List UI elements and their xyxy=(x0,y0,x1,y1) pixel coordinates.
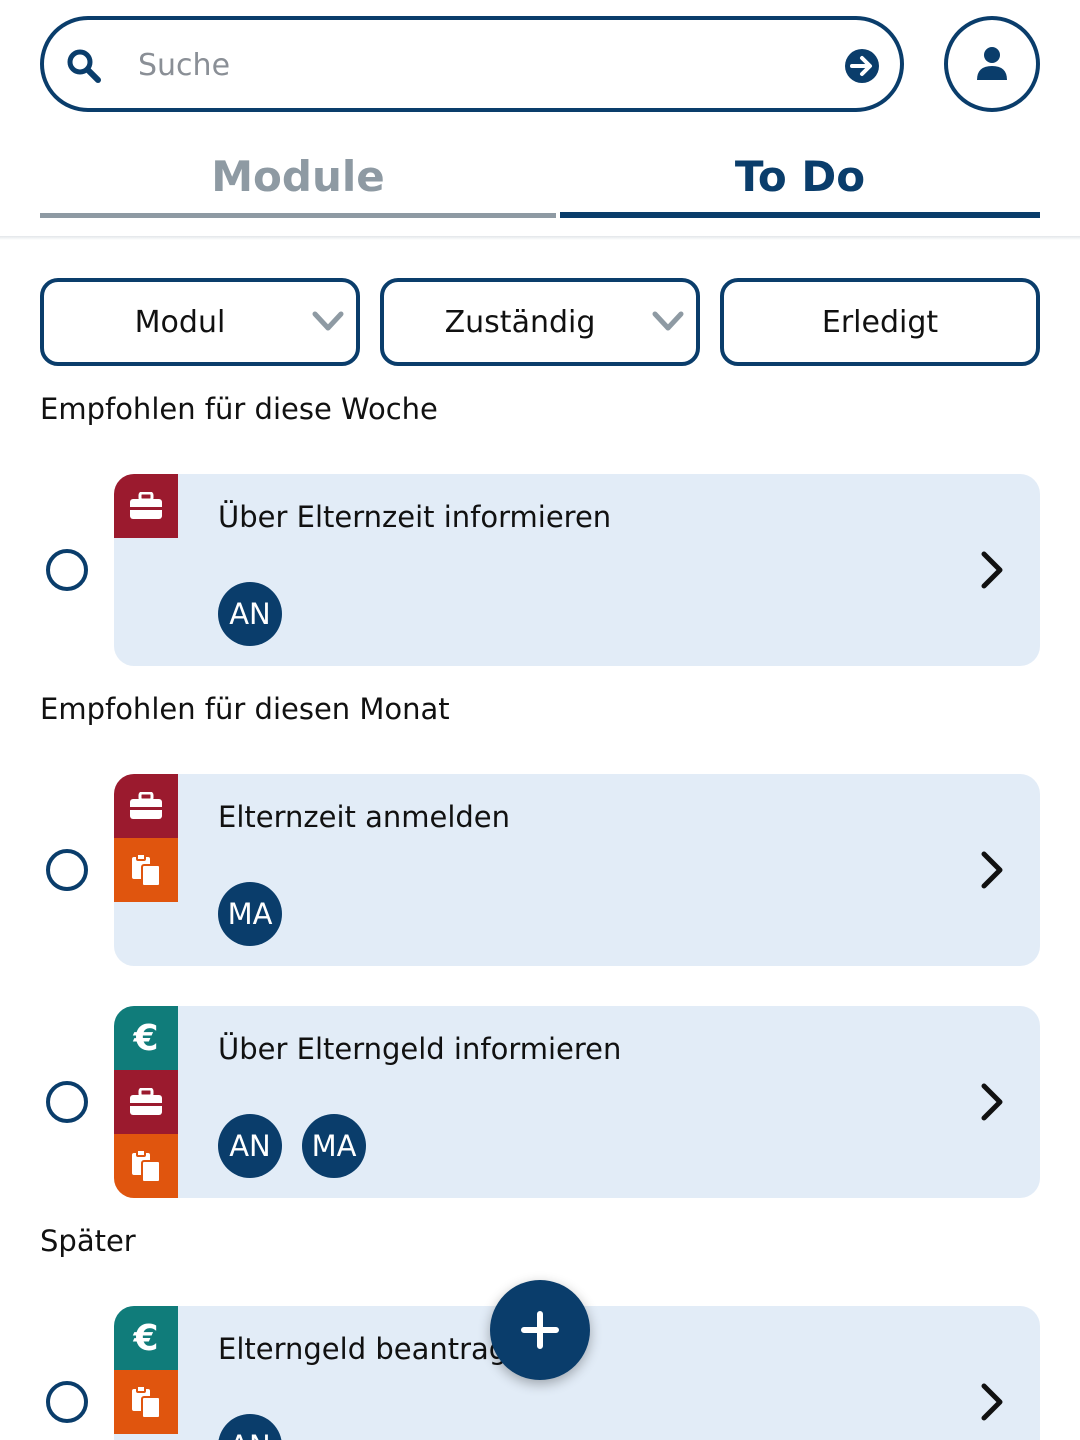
filter-erledigt-button[interactable]: Erledigt xyxy=(720,278,1040,366)
briefcase-icon xyxy=(114,774,178,838)
chevron-right-icon xyxy=(981,1083,1003,1121)
tab-bar: Module To Do xyxy=(40,140,1040,220)
filter-bar: Modul Zuständig Erledigt xyxy=(40,278,1040,366)
search-icon xyxy=(67,49,101,83)
assignee-list: AN xyxy=(218,582,282,646)
todo-title: Über Elterngeld informieren xyxy=(218,1032,622,1066)
avatar: AN xyxy=(218,1414,282,1440)
todo-tags xyxy=(114,474,178,538)
filter-modul-label: Modul xyxy=(134,304,226,340)
todo-card[interactable]: Über Elternzeit informieren AN xyxy=(114,474,1040,666)
briefcase-icon xyxy=(114,1070,178,1134)
todo-title: Elternzeit anmelden xyxy=(218,800,511,834)
documents-icon xyxy=(114,1370,178,1434)
avatar: AN xyxy=(218,1114,282,1178)
filter-modul-dropdown[interactable]: Modul xyxy=(40,278,360,366)
assignee-list: AN xyxy=(218,1414,282,1440)
briefcase-icon xyxy=(114,474,178,538)
tab-module[interactable]: Module xyxy=(40,140,556,218)
chevron-right-icon xyxy=(981,851,1003,889)
tab-todo[interactable]: To Do xyxy=(560,140,1040,218)
assignee-list: MA xyxy=(218,882,282,946)
todo-card[interactable]: Elternzeit anmelden MA xyxy=(114,774,1040,966)
euro-icon: € xyxy=(114,1006,178,1070)
avatar: AN xyxy=(218,582,282,646)
profile-button[interactable] xyxy=(944,16,1040,112)
euro-icon: € xyxy=(114,1306,178,1370)
section-title: Empfohlen für diesen Monat xyxy=(40,692,450,726)
chevron-down-icon xyxy=(312,311,344,331)
complete-checkbox[interactable] xyxy=(46,549,88,591)
search-bar xyxy=(40,16,904,112)
filter-zustaendig-dropdown[interactable]: Zuständig xyxy=(380,278,700,366)
todo-title: Über Elternzeit informieren xyxy=(218,500,612,534)
documents-icon xyxy=(114,838,178,902)
search-input[interactable] xyxy=(138,38,818,92)
todo-tags xyxy=(114,774,178,902)
filter-zustaendig-label: Zuständig xyxy=(444,304,596,340)
add-todo-button[interactable] xyxy=(490,1280,590,1380)
todo-card[interactable]: € Über Elterngeld informieren AN MA xyxy=(114,1006,1040,1198)
header-divider xyxy=(0,236,1080,240)
section-title: Später xyxy=(40,1224,136,1258)
section-title: Empfohlen für diese Woche xyxy=(40,392,438,426)
assignee-list: AN MA xyxy=(218,1114,366,1178)
complete-checkbox[interactable] xyxy=(46,1081,88,1123)
avatar: MA xyxy=(302,1114,366,1178)
complete-checkbox[interactable] xyxy=(46,1381,88,1423)
chevron-right-icon xyxy=(981,1383,1003,1421)
todo-tags: € xyxy=(114,1006,178,1198)
chevron-down-icon xyxy=(652,311,684,331)
documents-icon xyxy=(114,1134,178,1198)
filter-erledigt-label: Erledigt xyxy=(821,304,939,340)
plus-icon xyxy=(521,1311,559,1349)
complete-checkbox[interactable] xyxy=(46,849,88,891)
chevron-right-icon xyxy=(981,551,1003,589)
user-icon xyxy=(977,47,1007,80)
todo-tags: € xyxy=(114,1306,178,1434)
arrow-right-circle-icon[interactable] xyxy=(842,46,882,86)
avatar: MA xyxy=(218,882,282,946)
